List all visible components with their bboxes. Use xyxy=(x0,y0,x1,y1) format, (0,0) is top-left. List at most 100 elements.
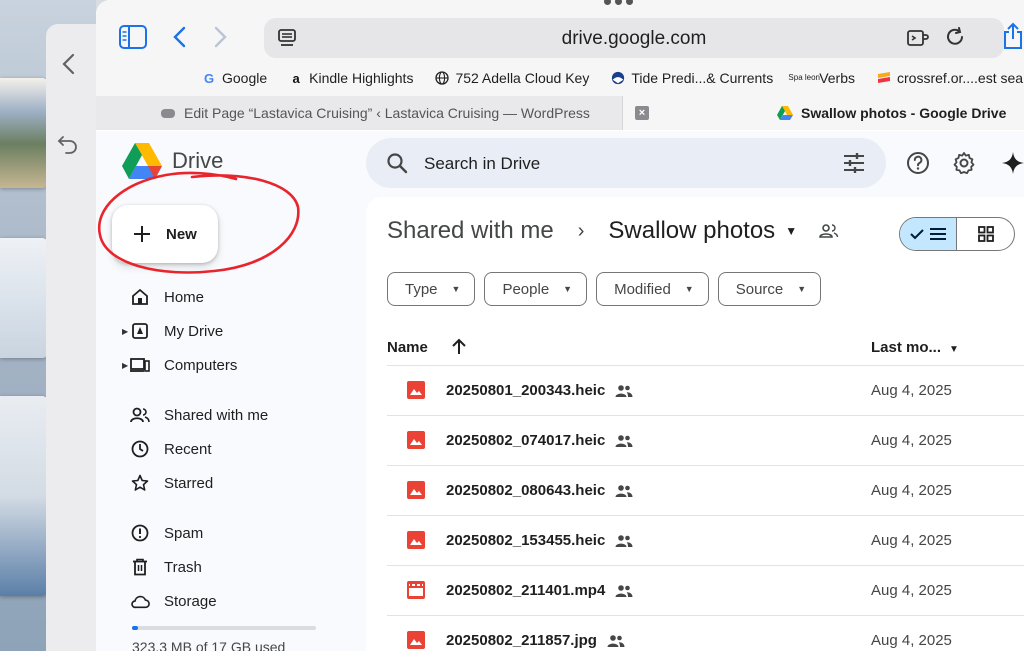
check-icon xyxy=(910,229,924,240)
breadcrumb-shared-with-me[interactable]: Shared with me xyxy=(387,217,554,245)
table-row[interactable]: 20250802_211857.jpg Aug 4, 2025 xyxy=(387,615,1024,651)
table-row[interactable]: 20250802_211401.mp4 Aug 4, 2025 xyxy=(387,565,1024,615)
bookmark-cloud-key[interactable]: 752 Adella Cloud Key xyxy=(435,66,589,90)
expand-caret-icon[interactable]: ▶ xyxy=(122,361,128,370)
share-icon[interactable] xyxy=(1002,22,1024,55)
search-bar[interactable]: Search in Drive xyxy=(366,138,886,188)
list-view-button[interactable] xyxy=(900,218,958,250)
forward-icon[interactable] xyxy=(214,26,228,48)
chevron-down-icon: ▼ xyxy=(949,344,959,355)
sidebar-item-home[interactable]: Home xyxy=(130,283,204,311)
sidebar-item-starred[interactable]: Starred xyxy=(130,469,213,497)
search-icon[interactable] xyxy=(386,152,408,179)
bookmark-google[interactable]: G Google xyxy=(202,66,267,90)
window-grabber[interactable] xyxy=(604,0,636,6)
tab-bar: Edit Page “Lastavica Cruising” ‹ Lastavi… xyxy=(96,96,1024,130)
drive-logo-text: Drive xyxy=(172,148,224,173)
wordpress-favicon-icon xyxy=(160,105,176,121)
spaleon-icon: Spa leon xyxy=(788,73,820,82)
extension-icon[interactable] xyxy=(906,27,930,54)
cloud-icon xyxy=(130,591,150,611)
app-thumbnail-window[interactable] xyxy=(0,238,48,358)
close-tab-icon[interactable]: × xyxy=(635,106,649,120)
drive-app: Drive New Home ▶ My Drive ▶ Computers Sh… xyxy=(96,131,1024,651)
address-bar[interactable]: drive.google.com xyxy=(264,18,1004,58)
sidebar-item-computers[interactable]: ▶ Computers xyxy=(122,351,237,379)
filter-type[interactable]: Type ▼ xyxy=(387,272,476,306)
table-row[interactable]: 20250802_153455.heic Aug 4, 2025 xyxy=(387,515,1024,565)
search-options-icon[interactable] xyxy=(842,152,866,179)
url-text[interactable]: drive.google.com xyxy=(264,28,1004,50)
search-input[interactable]: Search in Drive xyxy=(424,154,540,174)
new-button-label: New xyxy=(166,225,197,243)
chevron-left-icon[interactable] xyxy=(56,52,80,76)
tab-google-drive[interactable]: × Swallow photos - Google Drive xyxy=(622,96,1024,130)
drive-logo[interactable]: Drive xyxy=(122,143,223,179)
shared-icon xyxy=(615,384,633,398)
folder-sharing-icon[interactable] xyxy=(819,223,839,239)
expand-caret-icon[interactable]: ▶ xyxy=(122,327,128,336)
storage-bar xyxy=(132,626,316,630)
sidebar-item-recent[interactable]: Recent xyxy=(130,435,212,463)
sidebar-item-my-drive[interactable]: ▶ My Drive xyxy=(122,317,223,345)
breadcrumb-current-folder[interactable]: Swallow photos xyxy=(608,217,775,245)
app-thumbnail-window-2[interactable] xyxy=(0,396,48,596)
sidebar-item-storage[interactable]: Storage xyxy=(130,587,217,615)
app-thumbnail-photos[interactable] xyxy=(0,78,48,188)
view-toggle xyxy=(899,217,1015,251)
filter-people[interactable]: People ▼ xyxy=(484,272,588,306)
chevron-down-icon: ▼ xyxy=(563,284,573,294)
sidebar-item-trash[interactable]: Trash xyxy=(130,553,202,581)
trash-icon xyxy=(130,557,150,577)
spam-icon xyxy=(130,523,150,543)
gemini-sparkle-icon[interactable] xyxy=(1001,151,1024,180)
grid-view-button[interactable] xyxy=(957,218,1014,250)
noaa-icon xyxy=(611,71,625,85)
bookmark-tide[interactable]: Tide Predi...& Currents xyxy=(611,66,773,90)
bookmark-verbs[interactable]: Spa leon Verbs xyxy=(788,66,855,90)
chevron-down-icon: ▼ xyxy=(684,284,694,294)
bookmark-kindle[interactable]: a Kindle Highlights xyxy=(289,66,414,90)
chevron-down-icon: ▼ xyxy=(451,284,461,294)
drive-logo-icon xyxy=(122,143,162,179)
plus-icon xyxy=(134,226,150,242)
new-button[interactable]: New xyxy=(112,205,218,263)
tab-wordpress[interactable]: Edit Page “Lastavica Cruising” ‹ Lastavi… xyxy=(96,96,622,130)
bookmark-crossref[interactable]: crossref.or....est search xyxy=(877,66,1024,90)
sort-arrow-up-icon[interactable] xyxy=(451,337,467,360)
shared-icon xyxy=(615,434,633,448)
shared-icon xyxy=(615,484,633,498)
breadcrumb-chevron-icon: › xyxy=(577,219,585,242)
side-window-panel xyxy=(46,24,96,651)
google-icon: G xyxy=(203,70,215,86)
my-drive-icon xyxy=(130,321,150,341)
shared-icon xyxy=(615,584,633,598)
star-icon xyxy=(130,473,150,493)
sidebar-toggle-icon[interactable] xyxy=(118,24,148,50)
undo-icon[interactable] xyxy=(56,132,80,156)
stage-manager-strip xyxy=(0,0,96,651)
image-file-icon xyxy=(407,381,425,404)
gear-icon[interactable] xyxy=(952,151,976,180)
image-file-icon xyxy=(407,431,425,454)
sidebar-item-spam[interactable]: Spam xyxy=(130,519,203,547)
table-row[interactable]: 20250802_080643.heic Aug 4, 2025 xyxy=(387,465,1024,515)
browser-window: drive.google.com G Google a Kindle Highl… xyxy=(96,0,1024,651)
storage-bar-fill xyxy=(132,626,138,630)
back-icon[interactable] xyxy=(172,26,186,48)
sidebar-item-shared-with-me[interactable]: Shared with me xyxy=(130,401,268,429)
column-name[interactable]: Name xyxy=(387,339,428,356)
filter-source[interactable]: Source ▼ xyxy=(717,272,822,306)
help-icon[interactable] xyxy=(906,151,930,180)
table-row[interactable]: 20250801_200343.heic Aug 4, 2025 xyxy=(387,365,1024,415)
column-last-modified[interactable]: Last mo... ▼ xyxy=(871,339,959,356)
shared-icon xyxy=(607,634,625,648)
filter-modified[interactable]: Modified ▼ xyxy=(596,272,709,306)
computers-icon xyxy=(130,355,150,375)
folder-dropdown-icon[interactable]: ▼ xyxy=(785,224,797,238)
table-row[interactable]: 20250802_074017.heic Aug 4, 2025 xyxy=(387,415,1024,465)
video-file-icon xyxy=(407,581,425,604)
shared-icon xyxy=(130,405,150,425)
image-file-icon xyxy=(407,481,425,504)
reload-icon[interactable] xyxy=(945,27,967,54)
